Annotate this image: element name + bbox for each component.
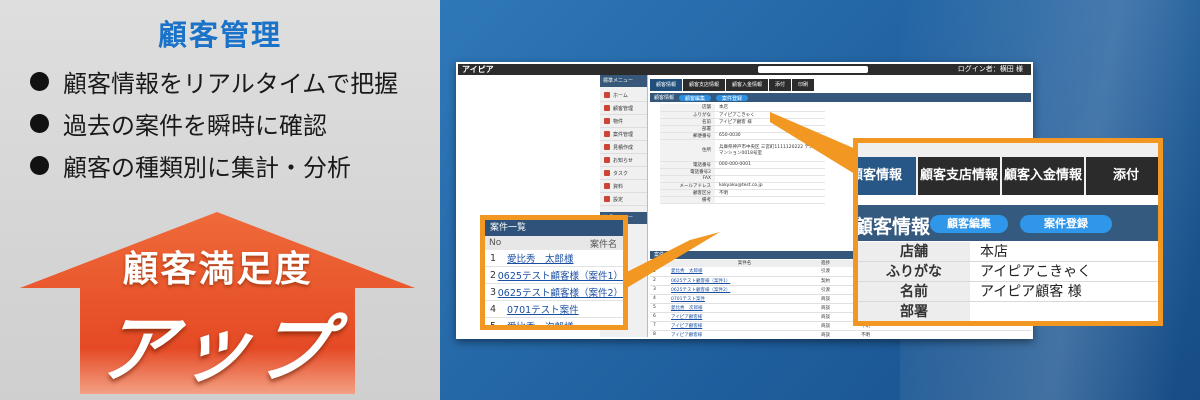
tab-customer-info[interactable]: 顧客情報 [858, 157, 916, 195]
info-row: メールアドレス kokyaku@test.co.jp [660, 182, 825, 190]
case-link[interactable]: 0701テスト案件 [507, 302, 579, 316]
bullet-dot-icon [30, 71, 49, 91]
sidebar-item[interactable]: お知らせ [600, 154, 647, 167]
info-row: 名前 アイピア顧客 様 [660, 118, 825, 126]
customer-info-bar: 顧客情報 顧客編集 案件登録 [650, 93, 1031, 102]
tab-customer-info[interactable]: 顧客情報 [650, 79, 683, 91]
sidebar-item[interactable]: タスク [600, 167, 647, 180]
up-arrow-badge: 顧客満足度 アップ [20, 212, 415, 394]
case-list-zoom-columns: No 案件名 [485, 236, 623, 250]
tab-attachment[interactable]: 添付 [1086, 157, 1158, 195]
register-case-button[interactable]: 案件登録 [1020, 215, 1112, 233]
case-link[interactable]: アイピア顧客様 [668, 321, 818, 331]
info-row: 郵便番号 650-0030 [660, 132, 825, 140]
tab-branch-info[interactable]: 顧客支店情報 [918, 157, 1000, 195]
bell-icon [604, 157, 610, 163]
customer-info-bar: 顧客情報 顧客編集 案件登録 [858, 205, 1158, 241]
tab-payment-info[interactable]: 顧客入金情報 [726, 79, 769, 91]
home-icon [604, 92, 610, 98]
table-row: 5 愛比秀 次郎様 [485, 318, 623, 326]
section-title: 顧客情報 [654, 95, 675, 101]
edit-customer-button[interactable]: 顧客編集 [930, 215, 1008, 233]
feature-item: 顧客情報をリアルタイムで把握 [30, 60, 398, 102]
case-link[interactable]: アイピア顧客様 [668, 330, 818, 337]
feature-list: 顧客情報をリアルタイムで把握 過去の案件を瞬時に確認 顧客の種類別に集計・分析 [30, 60, 398, 186]
gear-icon [604, 196, 610, 202]
tab-payment-info[interactable]: 顧客入金情報 [1002, 157, 1084, 195]
arrow-text-up: アップ [93, 307, 340, 393]
info-row: ふりがな アイピアこきゃく [858, 262, 1158, 282]
sidebar-item[interactable]: 案件管理 [600, 128, 647, 141]
info-row: 備考 [660, 196, 825, 204]
promo-title: 顧客管理 [157, 18, 282, 52]
arrow-text-satisfaction: 顧客満足度 [122, 249, 313, 290]
info-row: FAX [660, 175, 825, 183]
sidebar-item[interactable]: 資料 [600, 180, 647, 193]
info-row: 電話番号 000-000-0001 [660, 161, 825, 169]
case-link[interactable]: 愛比秀 次郎様 [668, 303, 818, 313]
folder-icon [604, 131, 610, 137]
customer-tabs-zoom: 顧客情報 顧客支店情報 顧客入金情報 添付 [858, 157, 1158, 195]
header-search-input[interactable] [758, 66, 868, 73]
check-icon [604, 170, 610, 176]
sidebar-item[interactable]: 物件 [600, 115, 647, 128]
info-row: 顧客区分 不明 [660, 189, 825, 197]
building-icon [604, 118, 610, 124]
edit-customer-button[interactable]: 顧客編集 [679, 94, 712, 102]
sidebar-head: 標準メニュー [600, 75, 647, 87]
sidebar-item[interactable]: 顧客管理 [600, 102, 647, 115]
bullet-dot-icon [30, 113, 49, 133]
promo-panel: 顧客管理 顧客情報をリアルタイムで把握 過去の案件を瞬時に確認 顧客の種類別に集… [0, 0, 440, 400]
case-link[interactable]: 0625テスト顧客様（案件1） [668, 276, 818, 286]
tab-branch-info[interactable]: 顧客支店情報 [683, 79, 726, 91]
case-link[interactable]: 0625テスト顧客様（案件2） [498, 285, 623, 299]
app-logo: アイピア [462, 65, 494, 74]
table-row: 1 愛比秀 太郎様 [485, 250, 623, 267]
case-list-zoom: 案件一覧 No 案件名 1 愛比秀 太郎様 2 0625テスト顧客様（案件1） 30… [480, 215, 628, 330]
case-link[interactable]: 愛比秀 太郎様 [668, 267, 818, 277]
bullet-dot-icon [30, 155, 49, 175]
case-link[interactable]: 0701テスト案件 [668, 294, 818, 304]
customer-info-table: 店舗 本店 ふりがな アイピアこきゃく 名前 アイピア顧客 様 部署 [858, 242, 1158, 321]
feature-item: 顧客の種類別に集計・分析 [30, 144, 398, 186]
sidebar-item[interactable]: 見積作成 [600, 141, 647, 154]
case-list-zoom-head: 案件一覧 [485, 220, 623, 236]
feature-item: 過去の案件を瞬時に確認 [30, 102, 398, 144]
case-link[interactable]: アイピア顧客様 [668, 312, 818, 322]
info-row: 名前 アイピア顧客 様 [858, 282, 1158, 302]
case-link[interactable]: 愛比秀 次郎様 [507, 319, 574, 325]
case-link[interactable]: 0625テスト顧客様（案件2） [668, 285, 818, 295]
table-row: 2 0625テスト顧客様（案件1） [485, 267, 623, 284]
table-row: 4 0701テスト案件 [485, 301, 623, 318]
case-link[interactable]: 0625テスト顧客様（案件1） [498, 268, 623, 282]
table-row: 3 0625テスト顧客様（案件2） [485, 284, 623, 301]
info-row: 部署 [660, 125, 825, 133]
header-user: ログイン者：横田 様 [957, 65, 1023, 73]
info-row: ふりがな アイピアこきゃく [660, 111, 825, 119]
customer-tabs: 顧客情報 顧客支店情報 顧客入金情報 添付 印刷 [650, 79, 1031, 91]
info-row: 住所 兵庫県神戸市中央区 三宮町1111120222 テストマンション0018号室 [660, 139, 825, 162]
info-row: 部署 [858, 302, 1158, 321]
customer-info-table: 店舗 本店 ふりがな アイピアこきゃく 名前 アイピア顧客 様 部署 郵便番号 650-… [660, 104, 825, 204]
register-case-button[interactable]: 案件登録 [716, 94, 749, 102]
customer-info-zoom: 顧客情報 顧客支店情報 顧客入金情報 添付 顧客情報 顧客編集 案件登録 店舗本… [853, 138, 1163, 326]
customer-icon [604, 105, 610, 111]
tab-print[interactable]: 印刷 [792, 79, 815, 91]
file-icon [604, 183, 610, 189]
table-row: 8 アイピア顧客様 商談 不明 [650, 330, 1031, 337]
app-header: アイピア ログイン者：横田 様 [458, 64, 1031, 75]
sidebar-item[interactable]: ホーム [600, 89, 647, 102]
document-icon [604, 144, 610, 150]
info-row: 電話番号2 [660, 168, 825, 176]
case-link[interactable]: 愛比秀 太郎様 [507, 251, 574, 265]
info-row: 店舗 本店 [660, 104, 825, 112]
tab-attachment[interactable]: 添付 [769, 79, 792, 91]
info-row: 店舗 本店 [858, 242, 1158, 262]
sidebar-item[interactable]: 設定 [600, 193, 647, 206]
section-title: 顧客情報 [854, 216, 931, 238]
